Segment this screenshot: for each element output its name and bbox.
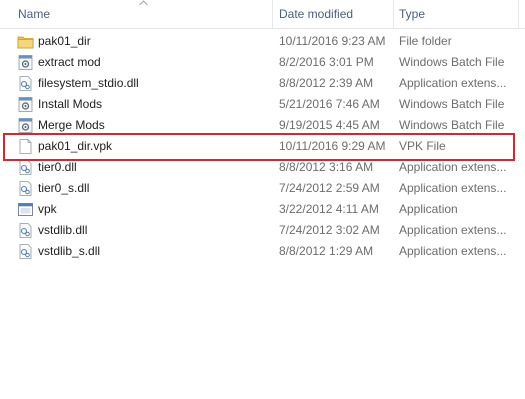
blank-file-icon xyxy=(17,138,34,155)
dll-file-icon xyxy=(17,243,34,260)
column-header-bar: Name Date modified Type xyxy=(0,0,525,29)
column-header-date-modified[interactable]: Date modified xyxy=(279,0,353,28)
file-list-pane: Name Date modified Type pak01_dir 10/11/2… xyxy=(0,0,525,399)
file-name: vstdlib_s.dll xyxy=(38,244,101,258)
file-type: Windows Batch File xyxy=(399,55,505,69)
file-name: pak01_dir xyxy=(38,34,91,48)
dll-file-icon xyxy=(17,159,34,176)
column-header-type[interactable]: Type xyxy=(399,0,425,28)
column-separator[interactable] xyxy=(272,0,273,28)
file-date-modified: 8/8/2012 2:39 AM xyxy=(279,76,374,90)
file-date-modified: 10/11/2016 9:29 AM xyxy=(279,139,386,153)
column-separator[interactable] xyxy=(518,0,519,28)
column-separator[interactable] xyxy=(393,0,394,28)
file-type: Application extens... xyxy=(399,181,507,195)
file-date-modified: 8/2/2016 3:01 PM xyxy=(279,55,374,69)
batch-file-icon xyxy=(17,54,34,71)
file-name: Merge Mods xyxy=(38,118,105,132)
application-icon xyxy=(17,201,34,218)
file-type: Windows Batch File xyxy=(399,118,505,132)
file-date-modified: 9/19/2015 4:45 AM xyxy=(279,118,380,132)
file-date-modified: 8/8/2012 1:29 AM xyxy=(279,244,374,258)
file-name: extract mod xyxy=(38,55,101,69)
batch-file-icon xyxy=(17,117,34,134)
batch-file-icon xyxy=(17,96,34,113)
file-date-modified: 7/24/2012 3:02 AM xyxy=(279,223,380,237)
file-type: File folder xyxy=(399,34,452,48)
folder-icon xyxy=(17,33,34,50)
file-row[interactable]: vstdlib.dll 7/24/2012 3:02 AM Application … xyxy=(0,220,525,241)
file-row[interactable]: vpk 3/22/2012 4:11 AM Application xyxy=(0,199,525,220)
file-row[interactable]: extract mod 8/2/2016 3:01 PM Windows Batch… xyxy=(0,52,525,73)
column-header-name[interactable]: Name xyxy=(18,0,50,28)
file-name: pak01_dir.vpk xyxy=(38,139,113,153)
file-type: Application extens... xyxy=(399,223,507,237)
file-name: vstdlib.dll xyxy=(38,223,88,237)
file-row[interactable]: vstdlib_s.dll 8/8/2012 1:29 AM Application… xyxy=(0,241,525,262)
file-row[interactable]: tier0.dll 8/8/2012 3:16 AM Application ext… xyxy=(0,157,525,178)
file-row[interactable]: tier0_s.dll 7/24/2012 2:59 AM Application … xyxy=(0,178,525,199)
file-type: Application extens... xyxy=(399,76,507,90)
file-name: filesystem_stdio.dll xyxy=(38,76,139,90)
file-date-modified: 10/11/2016 9:23 AM xyxy=(279,34,386,48)
file-name: tier0.dll xyxy=(38,160,77,174)
file-date-modified: 7/24/2012 2:59 AM xyxy=(279,181,380,195)
file-name: tier0_s.dll xyxy=(38,181,90,195)
file-type: Windows Batch File xyxy=(399,97,505,111)
dll-file-icon xyxy=(17,180,34,197)
file-name: Install Mods xyxy=(38,97,103,111)
sort-ascending-icon xyxy=(139,0,148,6)
file-type: VPK File xyxy=(399,139,446,153)
file-type: Application xyxy=(399,202,458,216)
file-date-modified: 5/21/2016 7:46 AM xyxy=(279,97,380,111)
file-row[interactable]: pak01_dir.vpk 10/11/2016 9:29 AM VPK File xyxy=(0,136,525,157)
dll-file-icon xyxy=(17,75,34,92)
file-type: Application extens... xyxy=(399,160,507,174)
file-row[interactable]: filesystem_stdio.dll 8/8/2012 2:39 AM Appl… xyxy=(0,73,525,94)
file-date-modified: 8/8/2012 3:16 AM xyxy=(279,160,374,174)
file-name: vpk xyxy=(38,202,57,216)
file-date-modified: 3/22/2012 4:11 AM xyxy=(279,202,379,216)
dll-file-icon xyxy=(17,222,34,239)
file-row[interactable]: Merge Mods 9/19/2015 4:45 AM Windows Batch… xyxy=(0,115,525,136)
file-type: Application extens... xyxy=(399,244,507,258)
file-row[interactable]: Install Mods 5/21/2016 7:46 AM Windows Bat… xyxy=(0,94,525,115)
file-row[interactable]: pak01_dir 10/11/2016 9:23 AM File folder xyxy=(0,31,525,52)
